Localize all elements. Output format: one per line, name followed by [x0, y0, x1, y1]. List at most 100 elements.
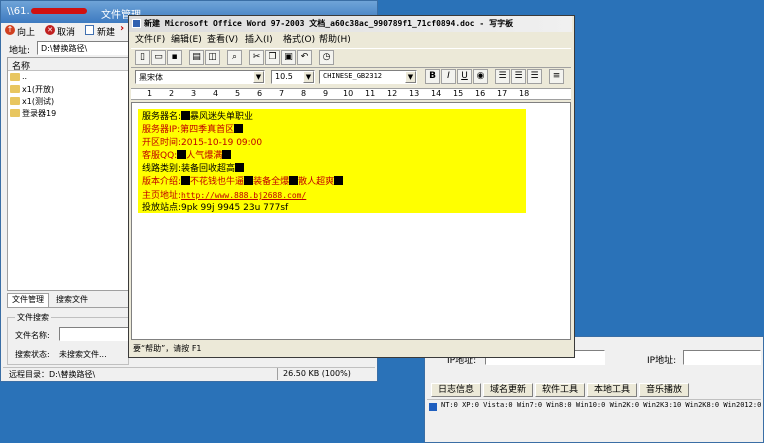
cancel-button[interactable]: ✕ 取消 — [45, 24, 85, 38]
version-text-a: 不花钱也牛逼 — [190, 177, 245, 187]
tab-search-files[interactable]: 搜索文件 — [51, 294, 93, 307]
tab-log[interactable]: 日志信息 — [431, 383, 481, 397]
toolbar-overflow-chevron-icon[interactable]: › — [120, 23, 124, 34]
list-item-label: 登录器19 — [22, 109, 57, 118]
find-icon[interactable]: ⌕ — [227, 50, 242, 65]
filename-input[interactable] — [59, 327, 129, 341]
file-list[interactable]: 名称 .. x1(开放) x1(测试) 登录器19 — [7, 57, 129, 291]
align-center-icon[interactable]: ☰ — [511, 69, 526, 84]
redacted-block — [334, 176, 344, 185]
undo-icon[interactable]: ↶ — [297, 50, 312, 65]
ruler-mark: 6 — [257, 89, 263, 98]
doc-line-server-ip: 服务器IP:第四季真首区 — [142, 124, 244, 137]
cut-icon[interactable]: ✂ — [249, 50, 264, 65]
ruler-mark: 15 — [453, 89, 464, 98]
ruler-mark: 16 — [475, 89, 486, 98]
menu-view[interactable]: 查看(V) — [207, 33, 238, 47]
windows-logo-icon — [429, 403, 437, 411]
redacted-block — [234, 124, 244, 133]
new-doc-icon[interactable]: ▯ — [135, 50, 150, 65]
menu-format[interactable]: 格式(O) — [283, 33, 315, 47]
wordpad-window: 新建 Microsoft Office Word 97-2003 文档_a60c… — [128, 15, 575, 358]
ruler-mark: 4 — [213, 89, 219, 98]
tab-software-tools[interactable]: 软件工具 — [535, 383, 585, 397]
menu-insert[interactable]: 插入(I) — [245, 33, 273, 47]
tab-domain-update[interactable]: 域名更新 — [483, 383, 533, 397]
paste-icon[interactable]: ▣ — [281, 50, 296, 65]
file-manager-statusbar: 远程目录：D:\替换路径\ 26.50 KB (100%) — [3, 367, 375, 381]
doc-line-open-time: 开区时间:2015-10-19 09:00 — [142, 138, 263, 148]
align-left-icon[interactable]: ☰ — [495, 69, 510, 84]
redacted-block — [235, 163, 245, 172]
bold-button[interactable]: B — [425, 69, 440, 84]
ruler-mark: 17 — [497, 89, 508, 98]
ruler-mark: 10 — [343, 89, 354, 98]
charset-select[interactable]: CHINESE_GB2312 ▼ — [319, 70, 417, 84]
ruler-mark: 1 — [147, 89, 153, 98]
ip-label-2: IP地址: — [647, 356, 677, 366]
ruler-mark: 14 — [431, 89, 442, 98]
folder-icon — [10, 97, 20, 105]
chevron-down-icon[interactable]: ▼ — [253, 71, 264, 83]
os-stats-text: NT:0 XP:0 Vista:0 Win7:0 Win8:0 Win10:0 … — [441, 401, 762, 409]
ruler[interactable]: 1 2 3 4 5 6 7 8 9 10 11 12 13 14 15 16 1… — [131, 88, 571, 100]
qq-label: 客服QQ: — [142, 151, 178, 161]
address-input[interactable]: D:\替换路径\ — [37, 41, 129, 55]
list-header[interactable]: 名称 — [8, 58, 128, 72]
homepage-label: 主页地址: — [142, 191, 182, 201]
redacted-mark — [31, 8, 87, 14]
align-right-icon[interactable]: ☰ — [527, 69, 542, 84]
doc-line-version: 版本介绍: 不花钱也牛逼 装备全爆 散人超爽 — [142, 176, 344, 189]
ruler-mark: 5 — [235, 89, 241, 98]
cancel-icon: ✕ — [45, 25, 55, 35]
charset-value: CHINESE_GB2312 — [323, 72, 383, 80]
highlighted-text-block: 服务器名: 暴风迷失单职业 服务器IP:第四季真首区 开区时间:2015-10-1… — [138, 109, 526, 213]
color-icon[interactable]: ◉ — [473, 69, 488, 84]
ruler-mark: 11 — [365, 89, 376, 98]
font-name-select[interactable]: 黑宋体 ▼ — [135, 70, 265, 84]
tab-local-tools[interactable]: 本地工具 — [587, 383, 637, 397]
version-label: 版本介绍: — [142, 177, 182, 187]
list-item-label: x1(测试) — [22, 97, 55, 106]
os-stats-bar: NT:0 XP:0 Vista:0 Win7:0 Win8:0 Win10:0 … — [427, 399, 761, 414]
menu-edit[interactable]: 编辑(E) — [171, 33, 202, 47]
list-item-label: .. — [22, 72, 28, 81]
ruler-mark: 3 — [191, 89, 197, 98]
open-folder-icon[interactable]: ▭ — [151, 50, 166, 65]
print-preview-icon[interactable]: ◫ — [205, 50, 220, 65]
save-icon[interactable]: ▪ — [167, 50, 182, 65]
font-name-value: 黑宋体 — [139, 73, 163, 82]
address-label: 地址: — [9, 46, 31, 56]
wordpad-titlebar[interactable]: 新建 Microsoft Office Word 97-2003 文档_a60c… — [129, 16, 572, 32]
wordpad-title: 新建 Microsoft Office Word 97-2003 文档_a60c… — [144, 19, 514, 28]
menu-help[interactable]: 帮助(H) — [319, 33, 351, 47]
ip-input-2[interactable] — [683, 350, 761, 365]
font-size-value: 10.5 — [275, 72, 293, 81]
italic-button[interactable]: I — [441, 69, 456, 84]
doc-line-qq: 客服QQ: 人气爆满 — [142, 150, 232, 163]
homepage-link[interactable]: http://www.888.bj2688.com/ — [181, 191, 306, 200]
tab-file-mgmt[interactable]: 文件管理 — [7, 293, 49, 307]
list-item-label: x1(开放) — [22, 85, 55, 94]
underline-button[interactable]: U — [457, 69, 472, 84]
menu-file[interactable]: 文件(F) — [135, 33, 165, 47]
chevron-down-icon[interactable]: ▼ — [303, 71, 314, 83]
date-time-icon[interactable]: ◷ — [319, 50, 334, 65]
copy-icon[interactable]: ❐ — [265, 50, 280, 65]
doc-line-homepage: 主页地址:http://www.888.bj2688.com/ — [142, 189, 306, 202]
chevron-down-icon[interactable]: ▼ — [405, 71, 416, 83]
redacted-block — [244, 176, 254, 185]
qq-text: 人气爆满 — [186, 151, 223, 161]
up-arrow-icon: ↑ — [5, 25, 15, 35]
document-area[interactable]: 服务器名: 暴风迷失单职业 服务器IP:第四季真首区 开区时间:2015-10-1… — [131, 102, 571, 340]
format-toolbar: 黑宋体 ▼ 10.5 ▼ CHINESE_GB2312 ▼ B I U ◉ ☰ … — [131, 68, 571, 86]
wordpad-app-icon — [132, 19, 141, 28]
bullets-icon[interactable]: ≡ — [549, 69, 564, 84]
redacted-block — [289, 176, 299, 185]
file-toolbar: ↑ 向上 ✕ 取消 新建 — [3, 23, 129, 39]
print-icon[interactable]: ▤ — [189, 50, 204, 65]
font-size-select[interactable]: 10.5 ▼ — [271, 70, 315, 84]
route-text: 线路类别:装备回收超高 — [142, 164, 236, 174]
up-button[interactable]: ↑ 向上 — [5, 24, 45, 38]
tab-music[interactable]: 音乐播放 — [639, 383, 689, 397]
